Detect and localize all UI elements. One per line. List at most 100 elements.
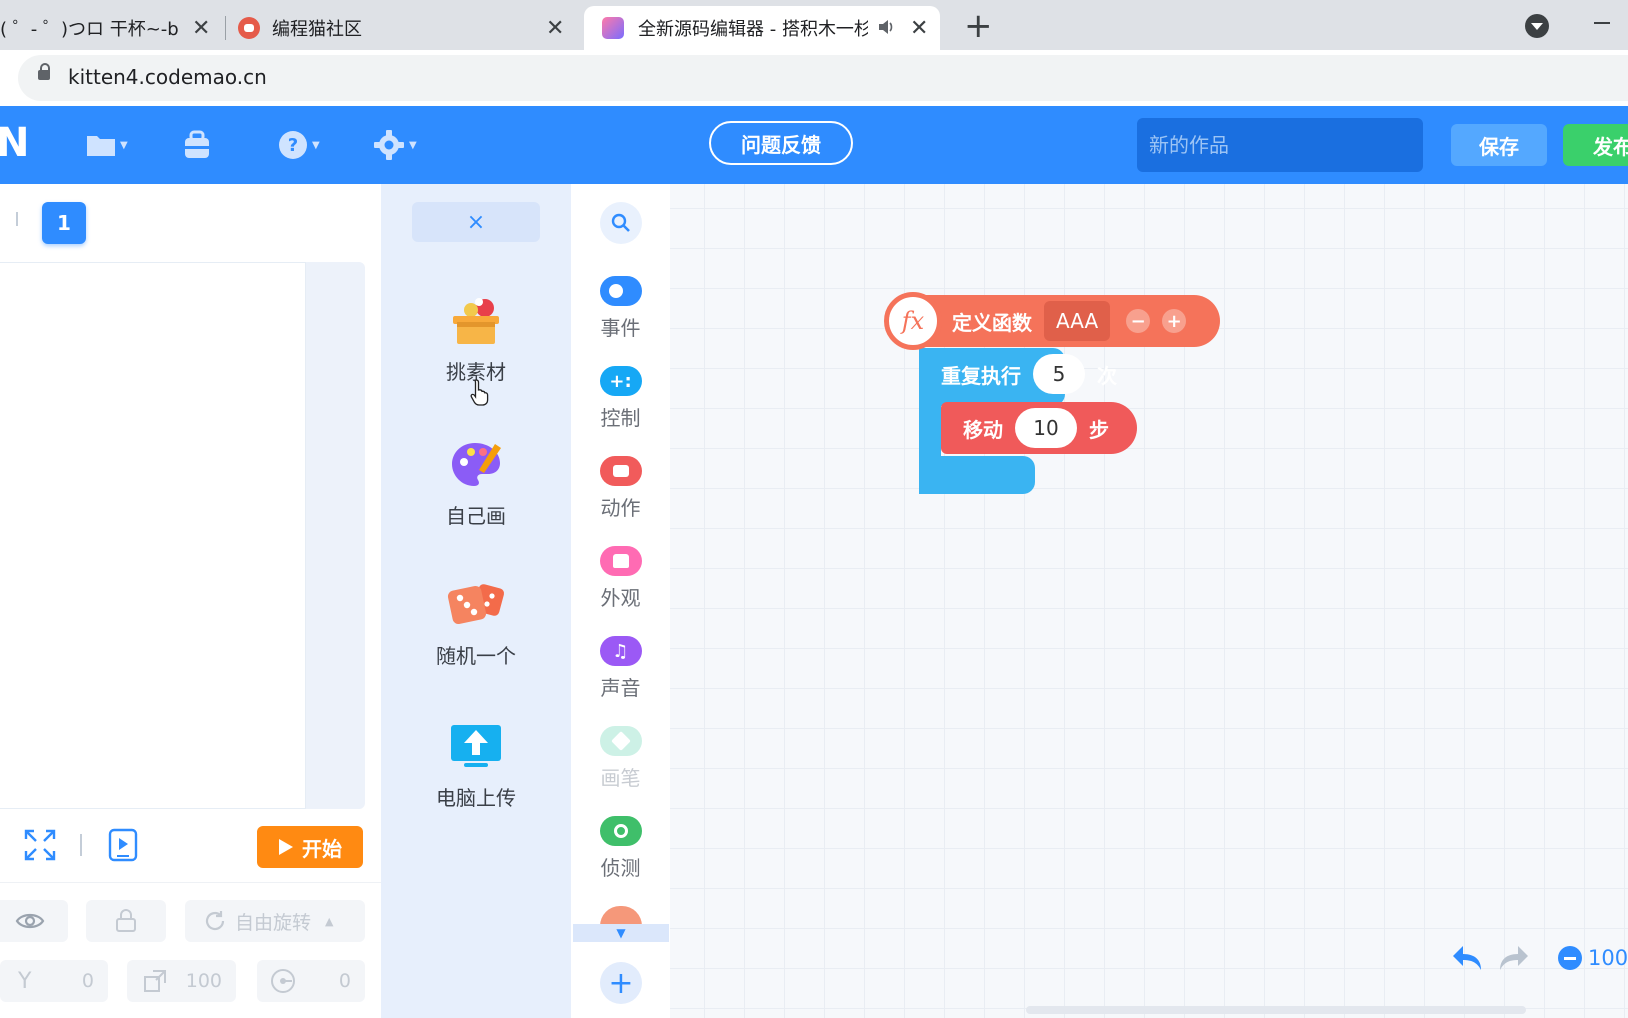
rotation-mode-label: 自由旋转 [235,911,312,934]
upload-icon [451,725,501,767]
category-control[interactable]: +: 控制 [571,366,670,431]
upload-label: 电脑上传 [436,786,516,810]
angle-icon [271,969,295,993]
scale-value: 100 [185,970,222,992]
random-material-button[interactable]: 随机一个 [381,580,571,669]
remove-param-button[interactable]: − [1126,309,1151,333]
draw-label: 自己画 [446,504,506,528]
tab-separator [225,16,226,40]
category-label: 侦测 [600,856,641,880]
svg-text:?: ? [288,135,298,156]
block-search-button[interactable] [600,202,642,244]
plus-icon: + [608,965,634,1001]
scale-icon [144,970,166,992]
rotation-angle-field[interactable]: 0 [257,960,365,1002]
zoom-out-button[interactable] [1558,946,1582,970]
repeat-unit: 次 [1097,363,1117,388]
backpack-icon [185,130,209,158]
app-logo[interactable]: N [0,120,29,166]
fx-icon: fx [884,292,942,350]
device-preview-icon[interactable] [108,828,138,862]
chevron-up-icon: ▲ [325,914,334,928]
category-label: 控制 [600,406,641,430]
chevron-down-icon: ▼ [616,926,626,940]
chevron-down-icon: ▼ [312,139,320,151]
lock-icon [116,909,136,932]
scroll-down-button[interactable]: ▼ [573,924,669,942]
move-block[interactable]: 移动 10 步 [941,402,1137,454]
tab-title: ( ゜- ゜)つロ 干杯~-bilil [0,19,178,40]
save-button[interactable]: 保存 [1451,124,1547,166]
add-param-button[interactable]: + [1162,309,1187,333]
pick-material-button[interactable]: 挑素材 [381,296,571,385]
minimize-window-icon[interactable] [1594,22,1610,24]
repeat-block[interactable]: 重复执行 5 次 [941,348,1117,400]
help-menu-button[interactable]: ? ▼ [278,128,320,162]
start-button[interactable]: 开始 [257,826,363,868]
y-coordinate-field[interactable]: Y 0 [0,960,108,1002]
publish-button[interactable]: 发布 [1563,124,1628,166]
visibility-toggle[interactable] [0,900,68,942]
category-label: 画笔 [600,766,641,790]
define-function-label: 定义函数 [952,310,1032,335]
undo-icon[interactable] [1451,944,1483,972]
stage-panel: 1 开始 自由旋转 ▲ Y 0 100 0 [0,184,381,1018]
repeat-label: 重复执行 [941,363,1021,388]
category-looks[interactable]: 外观 [571,546,670,611]
draw-yourself-button[interactable]: 自己画 [381,440,571,529]
folder-icon [87,136,115,156]
new-tab-button[interactable]: + [964,6,993,46]
start-label: 开始 [302,836,342,861]
close-panel-button[interactable]: × [412,202,540,242]
category-sound[interactable]: ♫ 声音 [571,636,670,701]
material-box-icon [453,298,499,344]
backpack-button[interactable] [182,128,212,162]
define-function-block[interactable]: fx 定义函数 AAA − + [884,292,1220,350]
chevron-down-icon: ▼ [409,139,417,151]
tab-search-dropdown-icon[interactable] [1525,14,1549,38]
y-label: Y [18,968,32,994]
browser-tab-kitten[interactable]: 全新源码编辑器 - 搭积木一杉 ✕ [584,6,940,50]
gamepad-icon: +: [599,366,642,396]
app-header: N ▼ ? ▼ ▼ 问题反馈 保存 发布 [0,106,1628,184]
close-tab-icon[interactable]: ✕ [192,16,210,41]
page-number-button[interactable]: 1 [42,202,86,244]
browser-tab-codemao[interactable]: 编程猫社区 ✕ [238,6,573,50]
horizontal-scrollbar[interactable] [1026,1006,1526,1014]
move-label: 移动 [963,417,1003,442]
url-omnibox[interactable]: kitten4.codemao.cn [18,55,1628,101]
work-title-input[interactable] [1137,118,1423,172]
lock-toggle[interactable] [86,900,166,942]
random-label: 随机一个 [436,644,516,668]
divider [0,882,381,883]
settings-menu-button[interactable]: ▼ [373,128,417,162]
fullscreen-icon[interactable] [24,829,56,861]
shirt-icon [599,546,642,576]
code-workspace[interactable]: 重复执行 5 次 移动 10 步 fx 定义函数 AAA − + 100 [670,184,1628,1018]
file-menu-button[interactable]: ▼ [86,128,128,162]
category-operators-partial[interactable] [600,906,642,926]
category-motion[interactable]: 动作 [571,456,670,521]
function-name-field[interactable]: AAA [1044,301,1111,341]
redo-icon[interactable] [1498,944,1530,972]
feedback-button[interactable]: 问题反馈 [709,121,853,165]
close-tab-icon[interactable]: ✕ [910,16,928,41]
stage-canvas[interactable] [0,262,306,809]
repeat-count-input[interactable]: 5 [1033,354,1085,394]
scale-field[interactable]: 100 [127,960,236,1002]
tab-title: 编程猫社区 [272,19,362,40]
category-sensing[interactable]: 侦测 [571,816,670,881]
add-extension-button[interactable]: + [600,962,642,1004]
category-events[interactable]: 事件 [571,276,670,341]
minus-icon [1564,956,1576,960]
category-label: 动作 [600,496,641,520]
move-steps-input[interactable]: 10 [1015,408,1077,448]
rotation-mode-select[interactable]: 自由旋转 ▲ [185,900,365,942]
pen-icon [599,726,642,756]
url-text: kitten4.codemao.cn [68,65,267,89]
browser-tab-bilibili[interactable]: ( ゜- ゜)つロ 干杯~-bilil ✕ [0,6,214,50]
audio-playing-icon[interactable] [878,19,896,35]
upload-from-computer-button[interactable]: 电脑上传 [381,722,571,811]
close-tab-icon[interactable]: ✕ [546,16,564,41]
category-pen[interactable]: 画笔 [571,726,670,791]
